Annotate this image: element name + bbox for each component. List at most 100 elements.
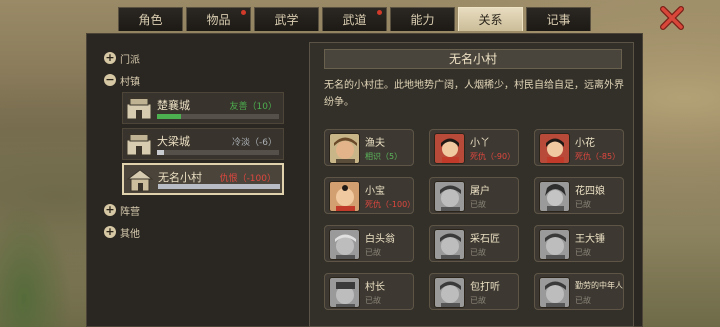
- npc-relation: 已故: [470, 296, 486, 305]
- npc-portrait-icon: [539, 277, 570, 308]
- tab-label: 记事: [546, 13, 571, 27]
- tree-node-label: 其他: [120, 228, 140, 240]
- npc-card[interactable]: 白头翁 已故: [324, 225, 414, 262]
- relation-status: 冷淡（-6）: [232, 138, 277, 148]
- tab-martial-arts[interactable]: 武学: [254, 7, 319, 31]
- tab-items[interactable]: 物品: [186, 7, 251, 31]
- tab-label: 物品: [206, 13, 231, 27]
- close-x-icon: [660, 6, 684, 30]
- npc-card[interactable]: 花四娘 已故: [534, 177, 624, 214]
- npc-name: 小丫: [470, 138, 490, 149]
- place-name: 楚襄城: [157, 99, 190, 112]
- tree-node-sect[interactable]: + 门派: [104, 50, 140, 66]
- npc-name: 屠户: [470, 186, 490, 197]
- npc-relation: 死仇（-85）: [575, 152, 621, 161]
- npc-relation: 已故: [575, 296, 591, 305]
- detail-title: 无名小村: [324, 49, 622, 69]
- tab-label: 角色: [138, 13, 163, 27]
- npc-name: 花四娘: [575, 186, 605, 197]
- tab-relations[interactable]: 关系: [458, 7, 523, 31]
- npc-card[interactable]: 王大锤 已故: [534, 225, 624, 262]
- collapse-icon: −: [104, 73, 116, 86]
- city-gate-icon: [126, 133, 152, 156]
- npc-card[interactable]: 勤劳的中年人 已故: [534, 273, 624, 310]
- place-item-wuming[interactable]: 无名小村 仇恨（-100）: [122, 163, 284, 195]
- relation-bar-fill: [157, 150, 165, 155]
- npc-name: 小花: [575, 138, 595, 149]
- npc-card[interactable]: 小花 死仇（-85）: [534, 129, 624, 166]
- detail-description: 无名的小村庄。此地地势广阔，人烟稀少，村民自给自足，远离外界纷争。: [324, 80, 624, 108]
- expand-icon: +: [104, 225, 116, 238]
- npc-card[interactable]: 包打听 已故: [429, 273, 519, 310]
- tree-node-label: 阵营: [120, 206, 140, 218]
- npc-portrait-icon: [434, 277, 465, 308]
- npc-relation: 死仇（-100）: [365, 200, 416, 209]
- tree-node-camp[interactable]: + 阵营: [104, 202, 140, 218]
- npc-relation: 已故: [575, 200, 591, 209]
- npc-card[interactable]: 屠户 已故: [429, 177, 519, 214]
- npc-portrait-icon: [329, 133, 360, 164]
- npc-portrait-icon: [434, 229, 465, 260]
- close-button[interactable]: [660, 6, 684, 30]
- tab-character[interactable]: 角色: [118, 7, 183, 31]
- tab-label: 能力: [410, 13, 435, 27]
- expand-icon: +: [104, 51, 116, 64]
- npc-relation: 已故: [470, 248, 486, 257]
- npc-name: 村长: [365, 282, 385, 293]
- npc-name: 小宝: [365, 186, 385, 197]
- npc-card[interactable]: 采石匠 已故: [429, 225, 519, 262]
- tab-ability[interactable]: 能力: [390, 7, 455, 31]
- relation-bar-fill: [157, 114, 182, 119]
- relation-status: 友善（10）: [229, 102, 277, 112]
- tree-node-label: 门派: [120, 54, 140, 66]
- place-item-daliang[interactable]: 大梁城 冷淡（-6）: [122, 128, 284, 160]
- npc-portrait-icon: [329, 277, 360, 308]
- npc-relation: 相识（5）: [365, 152, 403, 161]
- tab-martial-way[interactable]: 武道: [322, 7, 387, 31]
- place-name: 大梁城: [157, 135, 190, 148]
- tab-bar: 角色 物品 武学 武道 能力 关系 记事: [118, 7, 591, 31]
- npc-name: 王大锤: [575, 234, 605, 245]
- place-name: 无名小村: [158, 171, 202, 184]
- tab-label: 关系: [478, 13, 503, 27]
- relation-bar: [157, 150, 279, 155]
- npc-portrait-icon: [329, 229, 360, 260]
- npc-card[interactable]: 小丫 死仇（-90）: [429, 129, 519, 166]
- npc-card[interactable]: 村长 已故: [324, 273, 414, 310]
- npc-card[interactable]: 渔夫 相识（5）: [324, 129, 414, 166]
- tab-label: 武学: [274, 13, 299, 27]
- npc-name: 包打听: [470, 282, 500, 293]
- tab-journal[interactable]: 记事: [526, 7, 591, 31]
- npc-name: 渔夫: [365, 138, 385, 149]
- relation-bar-fill: [158, 184, 280, 189]
- detail-panel: 无名小村 无名的小村庄。此地地势广阔，人烟稀少，村民自给自足，远离外界纷争。 渔…: [309, 42, 634, 327]
- npc-portrait-icon: [434, 133, 465, 164]
- tree-node-label: 村镇: [120, 76, 140, 88]
- npc-portrait-icon: [434, 181, 465, 212]
- npc-portrait-icon: [539, 229, 570, 260]
- npc-card[interactable]: 小宝 死仇（-100）: [324, 177, 416, 214]
- npc-relation: 死仇（-90）: [470, 152, 516, 161]
- npc-portrait-icon: [329, 181, 360, 212]
- tree-node-village[interactable]: − 村镇: [104, 72, 140, 88]
- npc-relation: 已故: [575, 248, 591, 257]
- npc-portrait-icon: [539, 181, 570, 212]
- relation-bar: [157, 114, 279, 119]
- npc-relation: 已故: [365, 248, 381, 257]
- npc-relation: 已故: [365, 296, 381, 305]
- relation-bar: [158, 184, 280, 189]
- tab-label: 武道: [342, 13, 367, 27]
- relation-tree: + 门派 − 村镇 楚襄城 友善（10） 大梁城 冷淡（-6） 无名小村 仇恨（…: [94, 42, 294, 327]
- npc-relation: 已故: [470, 200, 486, 209]
- npc-grid: 渔夫 相识（5） 小丫 死仇（-90） 小花 死仇（-85） 小宝 死仇（-10…: [324, 129, 624, 319]
- npc-name: 采石匠: [470, 234, 500, 245]
- npc-portrait-icon: [539, 133, 570, 164]
- city-gate-icon: [126, 97, 152, 120]
- notification-dot: [377, 10, 382, 15]
- npc-name: 白头翁: [365, 234, 395, 245]
- notification-dot: [241, 10, 246, 15]
- tree-node-other[interactable]: + 其他: [104, 224, 140, 240]
- place-item-chuxiang[interactable]: 楚襄城 友善（10）: [122, 92, 284, 124]
- relation-status: 仇恨（-100）: [219, 174, 276, 184]
- expand-icon: +: [104, 203, 116, 216]
